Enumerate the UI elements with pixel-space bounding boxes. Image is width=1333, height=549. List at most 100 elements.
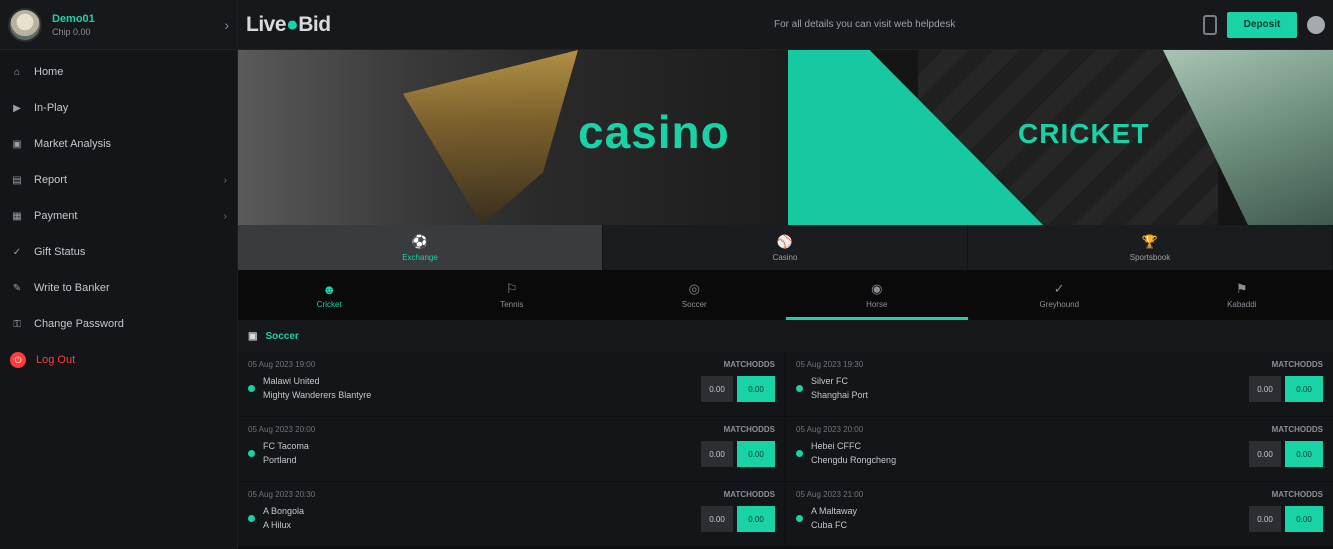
lay-odds-button[interactable]: 0.00	[1285, 506, 1323, 532]
back-odds-button[interactable]: 0.00	[701, 376, 733, 402]
tab-sportsbook[interactable]: 🏆 Sportsbook	[968, 225, 1333, 270]
back-odds-button[interactable]: 0.00	[701, 506, 733, 532]
tab-greyhound[interactable]: ✓ Greyhound	[968, 270, 1151, 320]
section-icon: ▣	[248, 330, 258, 342]
logo-text-left: Live	[246, 12, 287, 36]
casino-banner[interactable]: casino	[238, 50, 788, 225]
sidebar-item-logout[interactable]: ⏻ Log Out	[0, 342, 237, 378]
match-body: Hebei CFFC Chengdu Rongcheng	[796, 439, 1323, 467]
tab-horse[interactable]: ◉ Horse	[785, 270, 969, 320]
tab-tennis[interactable]: ⚐ Tennis	[421, 270, 604, 320]
team-2: Chengdu Rongcheng	[811, 455, 897, 465]
sidebar-item-payment[interactable]: ▦ Payment ›	[0, 198, 237, 234]
lay-odds-button[interactable]: 0.00	[737, 506, 775, 532]
sidebar-item-label: Home	[34, 66, 64, 78]
live-indicator-icon	[796, 514, 803, 522]
tab-label: Horse	[866, 300, 888, 309]
match-body: A Bongola A Hilux	[248, 504, 775, 532]
tab-exchange[interactable]: ⚽ Exchange	[238, 225, 603, 270]
sidebar-menu: ⌂ Home ▶ In-Play ▣ Market Analysis ▤ Report ›…	[0, 50, 237, 378]
key-icon: ⚿	[13, 318, 21, 330]
sidebar-item-report[interactable]: ▤ Report ›	[0, 162, 237, 198]
odds-buttons: 0.00 0.00	[701, 506, 775, 532]
sidebar-item-label: Report	[34, 174, 68, 186]
tab-kabaddi[interactable]: ⚑ Kabaddi	[1151, 270, 1333, 320]
sidebar: Demo01 Chip 0.00 › ⌂ Home ▶ In-Play ▣ Marke…	[0, 0, 238, 549]
sidebar-item-in-play[interactable]: ▶ In-Play	[0, 90, 237, 126]
deposit-button[interactable]: Deposit	[1227, 11, 1297, 38]
match-body: A Maltaway Cuba FC	[796, 504, 1323, 532]
team-2: Shanghai Port	[811, 390, 869, 400]
user-menu-icon[interactable]	[1307, 15, 1325, 34]
live-indicator-icon	[796, 384, 803, 392]
match-card[interactable]: 05 Aug 2023 20:30 A Bongola A Hilux MATCH…	[238, 482, 785, 546]
profile-header[interactable]: Demo01 Chip 0.00 ›	[0, 0, 237, 50]
odds-label: MATCHODDS	[1271, 490, 1323, 499]
tab-cricket[interactable]: ☻ Cricket	[238, 270, 421, 320]
match-card[interactable]: 05 Aug 2023 21:00 A Maltaway Cuba FC MATC…	[786, 482, 1333, 546]
mobile-icon[interactable]	[1203, 14, 1217, 35]
match-card[interactable]: 05 Aug 2023 20:00 FC Tacoma Portland MATC…	[238, 417, 785, 481]
team-2: A Hilux	[263, 520, 292, 530]
tab-casino[interactable]: ⚾ Casino	[603, 225, 968, 270]
match-teams: Silver FC Shanghai Port	[811, 374, 868, 402]
tab-soccer[interactable]: ◎ Soccer	[603, 270, 786, 320]
lay-odds-button[interactable]: 0.00	[1285, 376, 1323, 402]
logo[interactable]: Live●Bid	[246, 13, 331, 37]
sidebar-item-change-password[interactable]: ⚿ Change Password	[0, 306, 237, 342]
profile-info: Demo01 Chip 0.00	[52, 13, 224, 37]
tab-label: Sportsbook	[1129, 252, 1171, 262]
report-icon: ▤	[12, 174, 22, 186]
match-teams: Malawi United Mighty Wanderers Blantyre	[263, 374, 371, 402]
soccer-icon: ◎	[688, 281, 700, 296]
sidebar-item-label: Write to Banker	[34, 282, 110, 294]
sidebar-item-gift-status[interactable]: ✓ Gift Status	[0, 234, 237, 270]
horse-icon: ◉	[871, 281, 883, 296]
trophy-icon: 🏆	[1141, 233, 1159, 249]
team-1: Hebei CFFC	[811, 441, 862, 451]
match-card[interactable]: 05 Aug 2023 19:30 Silver FC Shanghai Port…	[786, 352, 1333, 416]
lay-odds-button[interactable]: 0.00	[737, 441, 775, 467]
analysis-icon: ▣	[12, 138, 22, 150]
kabaddi-icon: ⚑	[1235, 281, 1248, 296]
match-date: 05 Aug 2023 19:00	[248, 360, 316, 369]
team-1: A Bongola	[263, 506, 305, 516]
odds-buttons: 0.00 0.00	[1249, 441, 1323, 467]
check-icon: ✓	[12, 246, 22, 258]
live-indicator-icon	[248, 514, 255, 522]
payment-icon: ▦	[12, 210, 22, 222]
cricket-banner[interactable]: CRICKET	[788, 50, 1333, 225]
sidebar-item-label: Gift Status	[34, 246, 86, 258]
chevron-right-icon: ›	[223, 174, 227, 186]
match-body: Malawi United Mighty Wanderers Blantyre	[248, 374, 775, 402]
sidebar-item-market-analysis[interactable]: ▣ Market Analysis	[0, 126, 237, 162]
lay-odds-button[interactable]: 0.00	[1285, 441, 1323, 467]
live-indicator-icon	[248, 384, 255, 392]
team-1: Malawi United	[263, 376, 320, 386]
match-card[interactable]: 05 Aug 2023 19:00 Malawi United Mighty Wa…	[238, 352, 785, 416]
sidebar-item-label: Payment	[34, 210, 78, 222]
top-bar: Live●Bid For all details you can visit w…	[238, 0, 1333, 50]
profile-balance: Chip 0.00	[52, 26, 91, 37]
match-body: FC Tacoma Portland	[248, 439, 775, 467]
back-odds-button[interactable]: 0.00	[701, 441, 733, 467]
team-1: FC Tacoma	[263, 441, 309, 451]
back-odds-button[interactable]: 0.00	[1249, 376, 1281, 402]
promo-banner[interactable]: casino CRICKET	[238, 50, 1333, 225]
odds-label: MATCHODDS	[723, 425, 775, 434]
back-odds-button[interactable]: 0.00	[1249, 506, 1281, 532]
team-1: Silver FC	[811, 376, 849, 386]
greyhound-icon: ✓	[1053, 281, 1065, 296]
chevron-right-icon[interactable]: ›	[224, 17, 229, 33]
match-teams: A Maltaway Cuba FC	[811, 504, 857, 532]
match-card[interactable]: 05 Aug 2023 20:00 Hebei CFFC Chengdu Rong…	[786, 417, 1333, 481]
sidebar-item-write-to-banker[interactable]: ✎ Write to Banker	[0, 270, 237, 306]
odds-buttons: 0.00 0.00	[1249, 376, 1323, 402]
avatar[interactable]	[8, 7, 42, 42]
back-odds-button[interactable]: 0.00	[1249, 441, 1281, 467]
tab-label: Tennis	[500, 300, 524, 309]
cricket-icon: ☻	[322, 281, 337, 297]
lay-odds-button[interactable]: 0.00	[737, 376, 775, 402]
sidebar-item-home[interactable]: ⌂ Home	[0, 54, 237, 90]
tab-label: Greyhound	[1039, 300, 1080, 309]
